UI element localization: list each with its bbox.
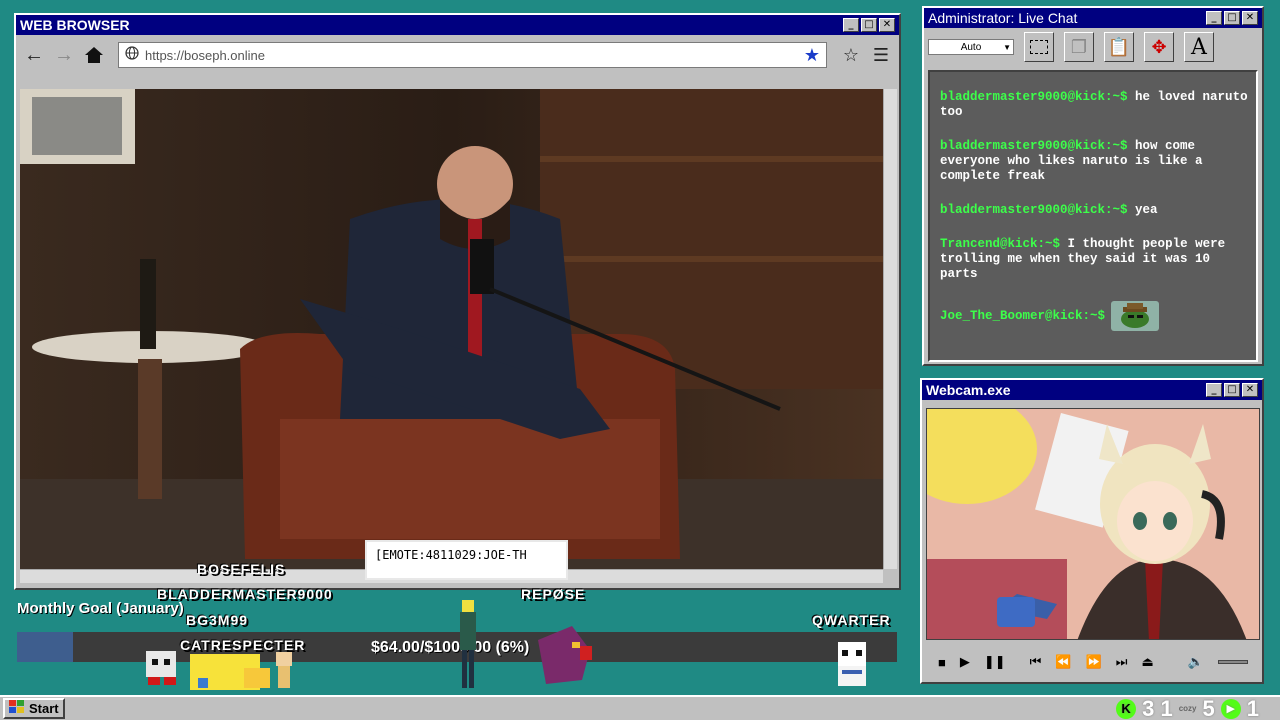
- menu-icon[interactable]: ☰: [869, 43, 893, 67]
- chat-username: bladdermaster9000@kick:~$: [940, 203, 1128, 217]
- maximize-button[interactable]: □: [1224, 383, 1240, 397]
- chat-username: Joe_The_Boomer@kick:~$: [940, 308, 1106, 323]
- stop-icon[interactable]: ■: [938, 655, 946, 670]
- font-icon[interactable]: A: [1184, 32, 1214, 62]
- close-button[interactable]: ✕: [879, 18, 895, 32]
- eject-icon[interactable]: ⏏: [1141, 654, 1153, 670]
- play-circle-icon: ▶: [1220, 698, 1241, 719]
- chat-username: bladdermaster9000@kick:~$: [940, 139, 1128, 153]
- kick-logo-icon: K: [1116, 698, 1137, 719]
- chat-message: Trancend@kick:~$ I thought people were t…: [940, 237, 1248, 282]
- taskbar: Start K 3 1 cozy 5 ▶ 1: [0, 695, 1280, 720]
- video-frame: [20, 89, 883, 569]
- pixel-sprite-character: [142, 645, 182, 687]
- address-bar[interactable]: https://boseph.online ★: [118, 42, 827, 68]
- pixel-sprite-character: [452, 598, 484, 692]
- browser-titlebar[interactable]: WEB BROWSER _ □ ✕: [16, 15, 899, 35]
- goal-amount: $64.00/$1000.00 (6%): [371, 639, 530, 656]
- fast-forward-icon[interactable]: ⏩: [1086, 654, 1102, 670]
- minimize-button[interactable]: _: [1206, 383, 1222, 397]
- forward-arrow-icon[interactable]: →: [52, 43, 76, 67]
- viewer-name: BG3M99: [186, 612, 249, 628]
- video-player[interactable]: [20, 89, 883, 569]
- viewer-name: REPØSE: [521, 586, 586, 602]
- tray-counter: 3 1: [1142, 695, 1173, 720]
- home-icon[interactable]: [82, 43, 106, 67]
- close-button[interactable]: ✕: [1242, 11, 1258, 25]
- media-controls: ■ ▶ ❚❚ ⏮ ⏪ ⏩ ⏭ ⏏ 🔈: [926, 646, 1260, 678]
- avatar-illustration: [927, 409, 1259, 639]
- play-icon[interactable]: ▶: [960, 654, 970, 670]
- browser-title: WEB BROWSER: [20, 17, 130, 33]
- tray-counter: 1: [1246, 695, 1259, 720]
- system-tray: K 3 1 cozy 5 ▶ 1: [1116, 696, 1277, 720]
- emote-tooltip: [EMOTE:4811029:JOE-TH: [365, 540, 568, 580]
- rewind-icon[interactable]: ⏪: [1055, 654, 1071, 670]
- start-label: Start: [29, 701, 59, 716]
- globe-icon: [125, 45, 139, 65]
- donation-goal-overlay: Monthly Goal (January) $64.00/$1000.00 (…: [0, 592, 900, 690]
- copy-icon[interactable]: ❐: [1064, 32, 1094, 62]
- skip-back-icon[interactable]: ⏮: [1030, 654, 1042, 670]
- minimize-button[interactable]: _: [1206, 11, 1222, 25]
- move-icon[interactable]: ✥: [1144, 32, 1174, 62]
- font-size-dropdown[interactable]: Auto ▼: [928, 39, 1014, 55]
- chat-title: Administrator: Live Chat: [928, 10, 1078, 26]
- chat-text: yea: [1135, 203, 1158, 217]
- close-button[interactable]: ✕: [1242, 383, 1258, 397]
- webcam-titlebar[interactable]: Webcam.exe _ □ ✕: [922, 380, 1262, 400]
- dropdown-value: Auto: [960, 41, 982, 53]
- chat-message: bladdermaster9000@kick:~$ yea: [940, 203, 1248, 218]
- goal-title: Monthly Goal (January): [17, 600, 184, 617]
- chat-username: bladdermaster9000@kick:~$: [940, 90, 1128, 104]
- chat-message: bladdermaster9000@kick:~$ he loved narut…: [940, 90, 1248, 120]
- pixel-sprite-character: [272, 648, 296, 692]
- pixel-sprite-character: [832, 638, 872, 692]
- vertical-scrollbar[interactable]: [883, 89, 897, 569]
- frog-emote-icon: [1111, 301, 1160, 331]
- tray-counter: 5: [1202, 695, 1215, 720]
- windows-logo-icon: [9, 700, 25, 717]
- url-text: https://boseph.online: [145, 47, 265, 63]
- volume-slider[interactable]: [1218, 660, 1248, 664]
- back-arrow-icon[interactable]: ←: [22, 43, 46, 67]
- maximize-button[interactable]: □: [1224, 11, 1240, 25]
- webcam-window: Webcam.exe _ □ ✕ ■ ▶ ❚❚ ⏮ ⏪ ⏩ ⏭ ⏏ 🔈: [920, 378, 1264, 684]
- pixel-sprite-character: [184, 648, 276, 692]
- cozy-icon: cozy: [1178, 704, 1197, 713]
- browser-toolbar: ← → https://boseph.online ★ ☆ ☰: [16, 35, 899, 75]
- live-chat-window: Administrator: Live Chat _ □ ✕ Auto ▼ ❐ …: [922, 6, 1264, 366]
- viewer-name: BLADDERMASTER9000: [157, 586, 333, 602]
- browser-window: WEB BROWSER _ □ ✕ ← → https://boseph.onl…: [14, 13, 901, 590]
- bookmark-star-filled-icon[interactable]: ★: [804, 45, 820, 66]
- chat-titlebar[interactable]: Administrator: Live Chat _ □ ✕: [924, 8, 1262, 28]
- goal-progress-fill: [17, 632, 74, 662]
- chat-message: bladdermaster9000@kick:~$ how come every…: [940, 139, 1248, 184]
- pixel-sprite-character: [532, 620, 596, 692]
- webcam-title: Webcam.exe: [926, 382, 1011, 398]
- pause-icon[interactable]: ❚❚: [984, 654, 1006, 670]
- bookmark-star-outline-icon[interactable]: ☆: [839, 43, 863, 67]
- chat-message: Joe_The_Boomer@kick:~$: [940, 301, 1248, 331]
- minimize-button[interactable]: _: [843, 18, 859, 32]
- paste-icon[interactable]: 📋: [1104, 32, 1134, 62]
- chat-username: Trancend@kick:~$: [940, 237, 1061, 251]
- vtuber-avatar-feed: [926, 408, 1260, 640]
- start-button[interactable]: Start: [3, 698, 65, 719]
- select-marquee-icon[interactable]: [1024, 32, 1054, 62]
- viewer-name: QWARTER: [812, 612, 891, 628]
- chat-toolbar: Auto ▼ ❐ 📋 ✥ A: [924, 28, 1262, 66]
- maximize-button[interactable]: □: [861, 18, 877, 32]
- skip-forward-icon[interactable]: ⏭: [1116, 654, 1128, 670]
- chevron-down-icon: ▼: [1003, 42, 1011, 52]
- viewer-name: BOSEFELIS: [197, 561, 286, 577]
- chat-log: bladdermaster9000@kick:~$ he loved narut…: [928, 70, 1258, 362]
- volume-icon[interactable]: 🔈: [1188, 654, 1204, 670]
